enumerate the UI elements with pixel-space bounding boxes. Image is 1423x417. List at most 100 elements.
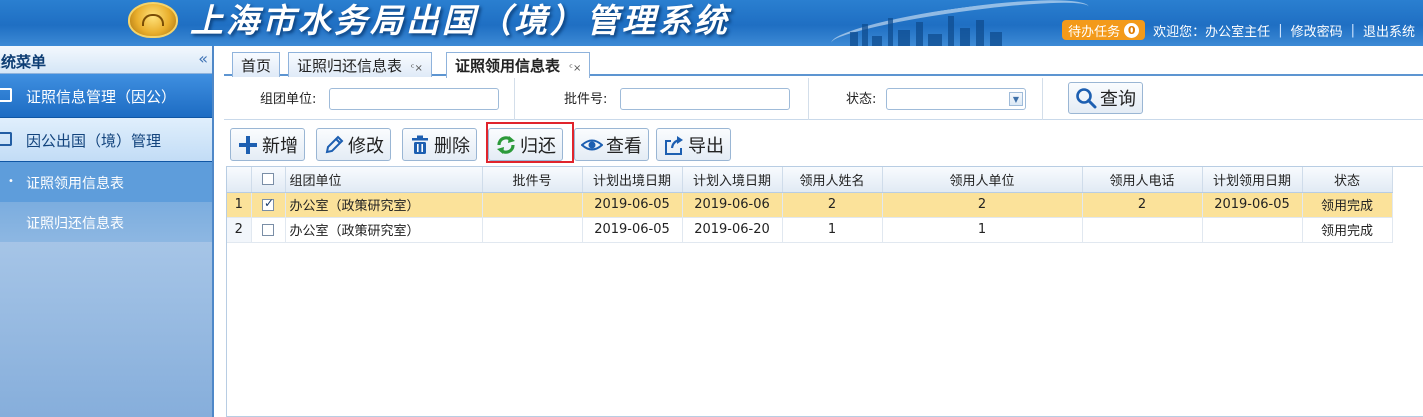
- tab-bar: 首页 证照归还信息表 ᶜ× 证照领用信息表 ᶜ×: [224, 48, 1423, 78]
- row-select-cell: [251, 217, 286, 243]
- emblem-logo: [128, 2, 178, 38]
- export-button-label: 导出: [688, 135, 724, 157]
- table-cell: 领用完成: [1302, 217, 1393, 243]
- collapse-sidebar-icon[interactable]: «: [198, 49, 208, 68]
- query-button-label: 查询: [1100, 89, 1136, 110]
- search-bar: 组团单位: 批件号: 状态: ▼ 查询: [224, 78, 1423, 120]
- tab-label: 首页: [241, 57, 272, 75]
- status-select[interactable]: ▼: [886, 88, 1026, 110]
- app-title: 上海市水务局出国（境）管理系统: [190, 1, 730, 40]
- org-label: 组团单位:: [260, 92, 317, 107]
- table-cell: 1: [882, 217, 1083, 243]
- sidebar-item-passport-borrow[interactable]: • 证照领用信息表: [0, 162, 212, 202]
- table-cell: 2: [782, 192, 883, 218]
- welcome-text: 欢迎您：办公室主任: [1153, 24, 1271, 40]
- query-button[interactable]: 查询: [1068, 82, 1143, 114]
- divider: [514, 78, 515, 120]
- delete-button[interactable]: 删除: [402, 128, 477, 161]
- table-cell: 2019-06-05: [1202, 192, 1303, 218]
- pencil-icon: [325, 135, 344, 153]
- sidebar-header: 系统菜单 «: [0, 46, 212, 74]
- sidebar-title: 系统菜单: [0, 53, 47, 71]
- eye-icon: [581, 139, 603, 150]
- org-input[interactable]: [329, 88, 499, 110]
- column-header[interactable]: 组团单位: [285, 167, 483, 193]
- export-button[interactable]: 导出: [656, 128, 731, 161]
- table-cell: 2019-06-05: [582, 217, 683, 243]
- row-number: 1: [227, 192, 252, 218]
- tab-passport-return[interactable]: 证照归还信息表 ᶜ×: [288, 52, 432, 77]
- table-cell: 领用完成: [1302, 192, 1393, 218]
- table-header-row: 组团单位 批件号 计划出境日期 计划入境日期 领用人姓名 领用人单位 领用人电话…: [227, 167, 1393, 193]
- change-password-link[interactable]: 修改密码: [1283, 21, 1351, 40]
- edit-button-label: 修改: [348, 135, 384, 157]
- column-header[interactable]: 领用人电话: [1082, 167, 1203, 193]
- table-cell: 2019-06-20: [682, 217, 783, 243]
- table-row[interactable]: 1 办公室（政策研究室） 2019-06-05 2019-06-06 2 2 2…: [227, 192, 1393, 218]
- table-cell: 2: [1082, 192, 1203, 218]
- divider: [808, 78, 809, 120]
- trash-icon: [412, 135, 428, 154]
- tab-label: 证照归还信息表: [297, 57, 403, 75]
- table-row[interactable]: 2 办公室（政策研究室） 2019-06-05 2019-06-20 1 1 领…: [227, 217, 1393, 243]
- edit-button[interactable]: 修改: [316, 128, 391, 161]
- column-header[interactable]: 状态: [1302, 167, 1393, 193]
- table-cell: [1202, 217, 1303, 243]
- data-table: 组团单位 批件号 计划出境日期 计划入境日期 领用人姓名 领用人单位 领用人电话…: [227, 167, 1393, 243]
- plus-icon: [239, 135, 257, 154]
- tab-close-icon[interactable]: ᶜ×: [411, 63, 423, 74]
- select-all-checkbox[interactable]: [262, 173, 274, 186]
- sidebar-item-label: 证照归还信息表: [26, 216, 124, 232]
- table-cell: [482, 192, 583, 218]
- row-number: 2: [227, 217, 252, 243]
- view-button-label: 查看: [606, 135, 642, 157]
- add-button[interactable]: 新增: [230, 128, 305, 161]
- column-header[interactable]: 批件号: [482, 167, 583, 193]
- folder-icon: [0, 132, 12, 146]
- chevron-down-icon: ▼: [1009, 92, 1023, 106]
- delete-button-label: 删除: [434, 135, 470, 157]
- folder-icon: [0, 88, 12, 102]
- table-cell: 办公室（政策研究室）: [285, 192, 483, 218]
- sidebar-group-passport-info[interactable]: 证照信息管理（因公）: [0, 74, 212, 118]
- return-button[interactable]: 归还: [488, 128, 563, 161]
- column-header[interactable]: 领用人姓名: [782, 167, 883, 193]
- sidebar-item-label: 证照领用信息表: [26, 176, 124, 192]
- skyline-decoration: [840, 14, 1040, 46]
- select-all-cell: [251, 167, 286, 193]
- data-grid: 组团单位 批件号 计划出境日期 计划入境日期 领用人姓名 领用人单位 领用人电话…: [226, 166, 1423, 417]
- view-button[interactable]: 查看: [574, 128, 649, 161]
- sidebar-item-passport-return[interactable]: 证照归还信息表: [0, 202, 212, 242]
- main-panel: 首页 证照归还信息表 ᶜ× 证照领用信息表 ᶜ× 组团单位: 批件号: 状态: …: [224, 46, 1423, 417]
- table-cell: 2019-06-05: [582, 192, 683, 218]
- table-cell: 2019-06-06: [682, 192, 783, 218]
- tab-passport-borrow[interactable]: 证照领用信息表 ᶜ×: [446, 52, 591, 78]
- sidebar-group-label: 证照信息管理（因公）: [26, 88, 177, 106]
- column-header[interactable]: 领用人单位: [882, 167, 1083, 193]
- divider: [1042, 78, 1043, 120]
- tab-close-icon[interactable]: ᶜ×: [569, 63, 581, 74]
- row-checkbox[interactable]: [262, 196, 274, 211]
- logout-link[interactable]: 退出系统: [1355, 21, 1423, 40]
- bullet-icon: •: [8, 176, 14, 187]
- header-nav: 待办任务 0 欢迎您：办公室主任 | 修改密码 | 退出系统: [1062, 18, 1423, 42]
- batch-label: 批件号:: [564, 92, 608, 107]
- table-cell: [1082, 217, 1203, 243]
- export-icon: [665, 135, 683, 155]
- row-checkbox[interactable]: [262, 223, 274, 236]
- column-header[interactable]: 计划领用日期: [1202, 167, 1303, 193]
- row-number-header: [227, 167, 252, 193]
- search-icon: [1076, 88, 1097, 109]
- refresh-icon: [497, 135, 515, 154]
- column-header[interactable]: 计划入境日期: [682, 167, 783, 193]
- app-header: 上海市水务局出国（境）管理系统 待办任务 0 欢迎您：办公室主任 | 修改密码 …: [0, 0, 1423, 46]
- sidebar-group-official-travel[interactable]: 因公出国（境）管理: [0, 118, 212, 162]
- row-select-cell: [251, 192, 286, 218]
- table-cell: [482, 217, 583, 243]
- column-header[interactable]: 计划出境日期: [582, 167, 683, 193]
- toolbar: 新增 修改 删除 归还 查看 导出: [224, 126, 1423, 164]
- tab-home[interactable]: 首页: [232, 52, 281, 77]
- add-button-label: 新增: [262, 135, 298, 157]
- batch-input[interactable]: [620, 88, 790, 110]
- pending-tasks-button[interactable]: 待办任务 0: [1062, 20, 1146, 40]
